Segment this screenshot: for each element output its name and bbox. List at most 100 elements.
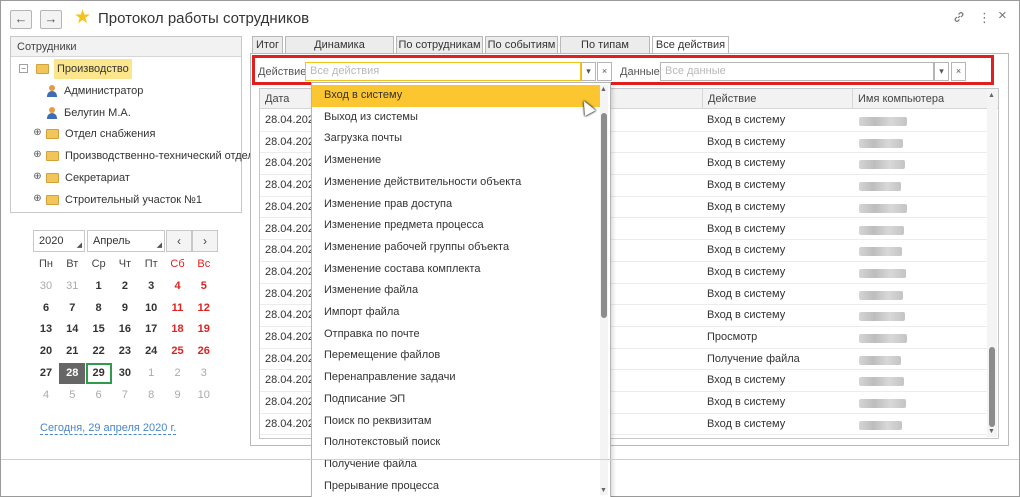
dropdown-item[interactable]: Полнотекстовый поиск	[312, 432, 600, 454]
dropdown-item[interactable]: Выход из системы	[312, 107, 600, 129]
dropdown-item[interactable]: Получение файла	[312, 454, 600, 476]
calendar-day[interactable]: 12	[191, 298, 217, 319]
calendar-day[interactable]: 27	[33, 363, 59, 384]
dropdown-item[interactable]: Изменение прав доступа	[312, 194, 600, 216]
calendar-day[interactable]: 17	[138, 319, 164, 340]
dropdown-scrollbar[interactable]: ▲ ▼	[600, 85, 608, 495]
calendar-day[interactable]: 5	[191, 276, 217, 297]
expand-icon[interactable]: ⊕	[33, 172, 42, 182]
calendar-day[interactable]: 28	[59, 363, 86, 384]
folder-icon	[46, 195, 59, 205]
scroll-thumb[interactable]	[989, 347, 995, 427]
back-button[interactable]: ←	[10, 10, 32, 29]
tree-item-label: Администратор	[64, 85, 144, 97]
close-icon[interactable]: ×	[998, 8, 1007, 23]
calendar-day[interactable]: 21	[59, 341, 85, 362]
dropdown-item[interactable]: Перемещение файлов	[312, 345, 600, 367]
calendar-day[interactable]: 20	[33, 341, 59, 362]
scroll-up-icon[interactable]: ▲	[600, 86, 607, 93]
cell-computer-name-redacted	[859, 182, 901, 192]
calendar-day[interactable]: 1	[138, 363, 164, 384]
calendar-day[interactable]: 1	[86, 276, 112, 297]
calendar-day[interactable]: 23	[112, 341, 138, 362]
scroll-down-icon[interactable]: ▼	[600, 487, 607, 494]
calendar-day[interactable]: 25	[165, 341, 191, 362]
year-select[interactable]: 2020 ◢	[33, 230, 85, 252]
calendar-day[interactable]: 24	[138, 341, 164, 362]
calendar-day[interactable]: 19	[191, 319, 217, 340]
calendar-day[interactable]: 30	[112, 363, 138, 384]
calendar-day[interactable]: 10	[191, 385, 217, 406]
cell-action: Вход в систему	[707, 244, 786, 257]
calendar-day[interactable]: 30	[33, 276, 59, 297]
calendar-day[interactable]: 6	[33, 298, 59, 319]
tab-by-events[interactable]: По событиям	[485, 36, 558, 54]
tab-by-employees[interactable]: По сотрудникам	[396, 36, 483, 54]
calendar-day[interactable]: 11	[165, 298, 191, 319]
dropdown-item[interactable]: Вход в систему	[312, 85, 600, 107]
calendar-day[interactable]: 13	[33, 319, 59, 340]
calendar-day[interactable]: 6	[86, 385, 112, 406]
prev-month-button[interactable]: ‹	[166, 230, 192, 252]
forward-button[interactable]: →	[40, 10, 62, 29]
dropdown-item[interactable]: Изменение файла	[312, 280, 600, 302]
tab-by-data-types[interactable]: По типам данных	[560, 36, 650, 67]
dropdown-item[interactable]: Поиск по реквизитам	[312, 411, 600, 433]
tab-activity-dynamics[interactable]: Динамика активности	[285, 36, 394, 67]
favorite-star-icon[interactable]: ★	[74, 8, 91, 28]
dropdown-item[interactable]: Изменение действительности объекта	[312, 172, 600, 194]
calendar-day[interactable]: 10	[138, 298, 164, 319]
calendar-day[interactable]: 8	[138, 385, 164, 406]
dropdown-item[interactable]: Прерывание процесса	[312, 476, 600, 497]
dropdown-item[interactable]: Подписание ЭП	[312, 389, 600, 411]
dropdown-item[interactable]: Изменение предмета процесса	[312, 215, 600, 237]
next-month-button[interactable]: ›	[192, 230, 218, 252]
calendar-day[interactable]: 9	[165, 385, 191, 406]
expand-icon[interactable]: ⊕	[33, 128, 42, 138]
calendar-day[interactable]: 2	[165, 363, 191, 384]
expand-icon[interactable]: ⊕	[33, 194, 42, 204]
calendar-day[interactable]: 4	[33, 385, 59, 406]
today-link[interactable]: Сегодня, 29 апреля 2020 г.	[40, 422, 177, 435]
calendar-day[interactable]: 8	[86, 298, 112, 319]
dropdown-item[interactable]: Импорт файла	[312, 302, 600, 324]
tab-total[interactable]: Итог	[252, 36, 283, 54]
collapse-icon[interactable]: −	[19, 64, 28, 73]
scroll-thumb[interactable]	[601, 113, 607, 318]
cell-computer-name-redacted	[859, 377, 904, 387]
link-icon[interactable]	[953, 11, 965, 26]
dropdown-item[interactable]: Изменение рабочей группы объекта	[312, 237, 600, 259]
more-icon[interactable]: ⋮	[978, 11, 991, 25]
weekday-header: Вс	[197, 258, 211, 270]
calendar-day[interactable]: 14	[59, 319, 85, 340]
dropdown-item[interactable]: Изменение	[312, 150, 600, 172]
scroll-down-icon[interactable]: ▼	[988, 428, 995, 435]
expand-icon[interactable]: ⊕	[33, 150, 42, 160]
calendar-day[interactable]: 18	[165, 319, 191, 340]
calendar-day[interactable]: 9	[112, 298, 138, 319]
column-computer[interactable]: Имя компьютера	[852, 89, 988, 109]
calendar-day[interactable]: 3	[138, 276, 164, 297]
dropdown-item[interactable]: Перенаправление задачи	[312, 367, 600, 389]
calendar-day[interactable]: 5	[59, 385, 85, 406]
month-select[interactable]: Апрель ◢	[87, 230, 165, 252]
calendar-day[interactable]: 4	[165, 276, 191, 297]
calendar-day[interactable]: 3	[191, 363, 217, 384]
calendar-day[interactable]: 29	[85, 363, 112, 384]
calendar-day[interactable]: 7	[112, 385, 138, 406]
calendar-day[interactable]: 2	[112, 276, 138, 297]
column-action[interactable]: Действие	[702, 89, 852, 109]
calendar-day[interactable]: 16	[112, 319, 138, 340]
calendar-day[interactable]: 31	[59, 276, 85, 297]
scroll-up-icon[interactable]: ▲	[988, 92, 995, 99]
dropdown-item[interactable]: Отправка по почте	[312, 324, 600, 346]
calendar-day[interactable]: 15	[86, 319, 112, 340]
calendar-day[interactable]: 7	[59, 298, 85, 319]
cell-computer-name-redacted	[859, 203, 907, 213]
table-scrollbar[interactable]: ▲ ▼	[987, 90, 997, 437]
dropdown-item[interactable]: Изменение состава комплекта	[312, 259, 600, 281]
dropdown-item[interactable]: Загрузка почты	[312, 128, 600, 150]
calendar-day[interactable]: 22	[86, 341, 112, 362]
calendar-day[interactable]: 26	[191, 341, 217, 362]
folder-icon	[46, 151, 59, 161]
